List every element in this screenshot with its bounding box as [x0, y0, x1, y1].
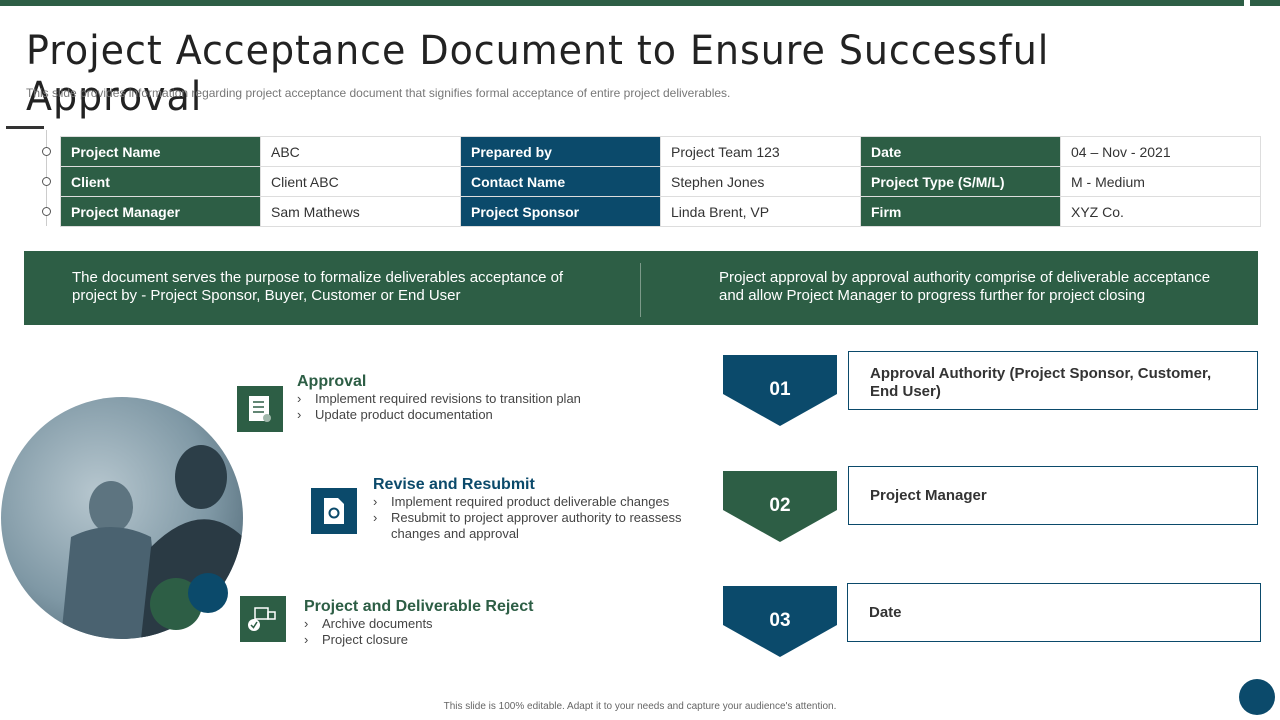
table-label: Date: [860, 136, 1061, 167]
table-label: Project Name: [60, 136, 261, 167]
table-value: Project Team 123: [660, 136, 861, 167]
page-subtitle: This slide provides information regardin…: [26, 86, 731, 100]
list-item: › Implement required product deliverable …: [373, 494, 670, 509]
checklist-icon: [237, 386, 283, 432]
step-number-badge: 02: [723, 471, 837, 542]
list-item: › Update product documentation: [297, 407, 493, 422]
table-value: M - Medium: [1060, 166, 1261, 197]
divider: [6, 126, 44, 129]
table-value: ABC: [260, 136, 461, 167]
table-label: Contact Name: [460, 166, 661, 197]
table-value: 04 – Nov - 2021: [1060, 136, 1261, 167]
table-value: Linda Brent, VP: [660, 196, 861, 227]
table-row: Client Client ABC Contact Name Stephen Jon…: [60, 166, 1261, 197]
list-item: › Resubmit to project approver authority …: [373, 510, 682, 541]
step-number-badge: 01: [723, 355, 837, 426]
step-box: Approval Authority (Project Sponsor, Cus…: [848, 351, 1258, 410]
table-label: Project Sponsor: [460, 196, 661, 227]
step-box: Date: [847, 583, 1261, 642]
top-accent-bar: [0, 0, 1244, 6]
truck-check-icon: [240, 596, 286, 642]
outcome-heading: Revise and Resubmit: [373, 476, 535, 493]
table-row: Project Name ABC Prepared by Project Team …: [60, 136, 1261, 167]
table-value: Sam Mathews: [260, 196, 461, 227]
top-accent-bar: [1250, 0, 1280, 6]
table-value: Stephen Jones: [660, 166, 861, 197]
list-item: › Implement required revisions to transit…: [297, 391, 581, 406]
table-value: Client ABC: [260, 166, 461, 197]
document-refresh-icon: [311, 488, 357, 534]
decorative-circle: [188, 573, 228, 613]
table-value: XYZ Co.: [1060, 196, 1261, 227]
list-item: › Archive documents: [304, 616, 433, 631]
step-box: Project Manager: [848, 466, 1258, 525]
table-label: Project Manager: [60, 196, 261, 227]
table-label: Project Type (S/M/L): [860, 166, 1061, 197]
table-label: Prepared by: [460, 136, 661, 167]
table-label: Client: [60, 166, 261, 197]
row-bullet: [42, 207, 51, 216]
summary-banner: The document serves the purpose to forma…: [24, 251, 1258, 325]
row-bullet: [42, 147, 51, 156]
outcome-heading: Approval: [297, 373, 367, 390]
row-bullet: [42, 177, 51, 186]
banner-right-text: Project approval by approval authority c…: [719, 269, 1211, 304]
banner-divider: [640, 263, 641, 317]
banner-left-text: The document serves the purpose to forma…: [72, 269, 564, 304]
page-title: Project Acceptance Document to Ensure Su…: [26, 28, 1050, 120]
project-info-table: Project Name ABC Prepared by Project Team …: [60, 136, 1261, 227]
footer-note: This slide is 100% editable. Adapt it to…: [443, 701, 837, 712]
step-number-badge: 03: [723, 586, 837, 657]
decorative-circle: [1239, 679, 1275, 715]
table-label: Firm: [860, 196, 1061, 227]
outcome-heading: Project and Deliverable Reject: [304, 598, 534, 615]
list-item: › Project closure: [304, 632, 408, 647]
table-row: Project Manager Sam Mathews Project Spons…: [60, 196, 1261, 227]
